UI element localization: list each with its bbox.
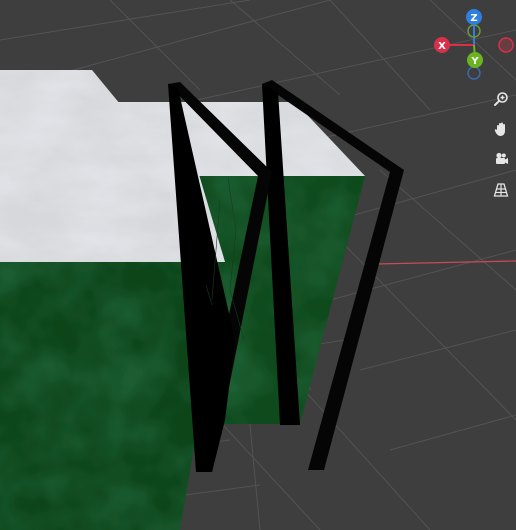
camera-icon [496, 152, 508, 164]
3d-viewport[interactable]: Z X Y [0, 0, 516, 530]
gizmo-x-handle[interactable]: X [434, 37, 450, 53]
pan-button[interactable] [490, 118, 512, 140]
gizmo-neg-x-handle[interactable] [498, 37, 514, 53]
zoom-button[interactable] [490, 88, 512, 110]
x-axis-line [374, 260, 516, 265]
gizmo-y-handle[interactable]: Y [467, 52, 483, 68]
gizmo-z-handle[interactable]: Z [466, 9, 482, 25]
gizmo-neg-y-handle[interactable] [467, 66, 481, 80]
camera-button[interactable] [490, 148, 512, 170]
zoom-icon [494, 92, 508, 106]
gizmo-y-label: Y [470, 56, 479, 67]
hand-icon [494, 122, 505, 136]
navigation-gizmo[interactable]: Z X Y [434, 9, 514, 80]
gizmo-x-label: X [438, 41, 446, 52]
gizmo-z-label: Z [470, 13, 477, 24]
viewport-scene[interactable]: Z X Y [0, 0, 516, 530]
perspective-toggle-button[interactable] [490, 179, 512, 201]
grid-perspective-icon [493, 183, 509, 197]
